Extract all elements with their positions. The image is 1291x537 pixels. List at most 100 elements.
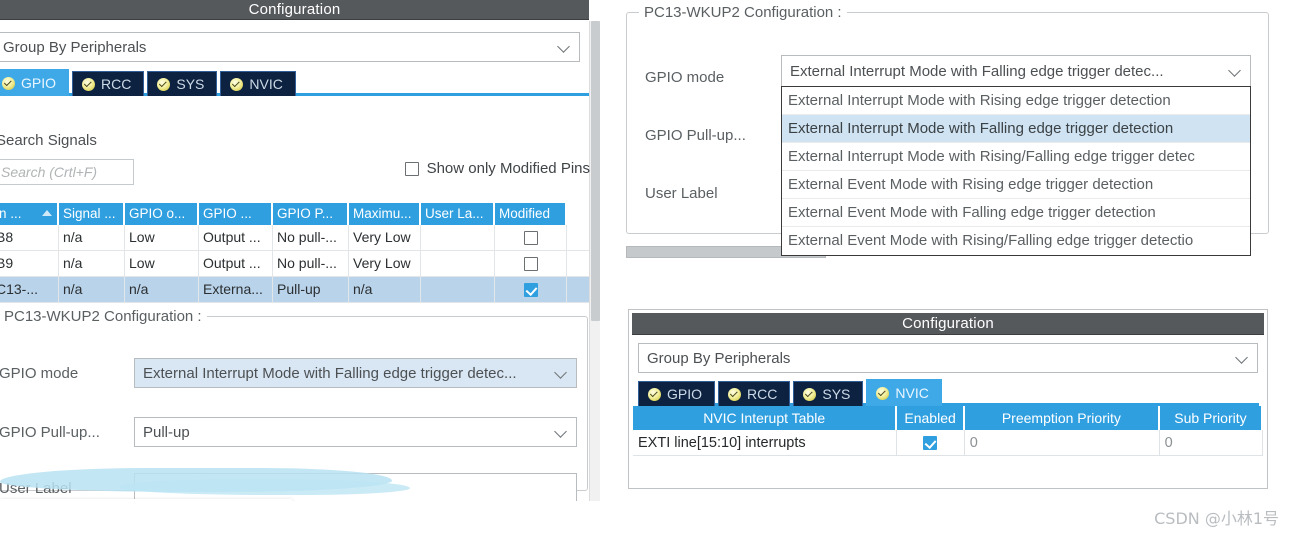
tab-label: RCC — [101, 76, 132, 92]
highlighter-annotation-2 — [120, 479, 410, 495]
nvic-interrupt-table: NVIC Interupt Table Enabled Preemption Pri… — [633, 406, 1264, 456]
check-circle-icon — [803, 387, 817, 401]
pin-table-cell: n/a — [59, 225, 125, 250]
pin-table-cell: B9 — [0, 251, 59, 276]
search-signals-input[interactable]: Search (Crtl+F) — [0, 159, 134, 185]
gpio-mode-label-zoom: GPIO mode — [645, 69, 725, 86]
modified-checkbox[interactable] — [523, 282, 538, 297]
nvic-tab-rcc[interactable]: RCC — [718, 381, 791, 406]
pin-table-cell: Low — [125, 251, 199, 276]
pin-table-column-header[interactable]: User La... — [421, 203, 495, 225]
left-panel-scrollbar-thumb[interactable] — [591, 21, 600, 321]
nvic-column-header[interactable]: Preemption Priority — [964, 406, 1160, 430]
check-circle-icon — [728, 387, 742, 401]
gpio-mode-dropdown-list[interactable]: External Interrupt Mode with Rising edge… — [781, 86, 1251, 256]
screenshot-root: Configuration Group By Peripherals GPIO R… — [0, 0, 1291, 537]
pin-table-cell: n/a — [349, 277, 421, 302]
modified-checkbox[interactable] — [523, 256, 538, 271]
user-label-label-zoom: User Label — [645, 185, 718, 202]
tab-label: SYS — [822, 386, 851, 402]
chevron-down-icon — [556, 367, 567, 378]
pin-table-cell: n/a — [59, 277, 125, 302]
pin-table-cell: Externa... — [199, 277, 273, 302]
tab-label: RCC — [747, 386, 778, 402]
pin-table-column-header[interactable]: Modified — [495, 203, 567, 225]
enabled-checkbox[interactable] — [923, 435, 938, 450]
table-row[interactable]: B8n/aLowOutput ...No pull-...Very Low — [0, 225, 589, 251]
pin-table-column-header[interactable]: GPIO P... — [273, 203, 349, 225]
check-circle-icon — [876, 386, 890, 400]
group-by-peripherals-select[interactable]: Group By Peripherals — [0, 32, 580, 62]
table-row[interactable]: B9n/aLowOutput ...No pull-...Very Low — [0, 251, 589, 277]
pin-table-cell: Output ... — [199, 225, 273, 250]
table-row[interactable]: C13-... n/a n/a Externa... Pull-up n/a — [0, 277, 589, 303]
left-configuration-panel: Configuration Group By Peripherals GPIO R… — [0, 0, 600, 503]
nvic-sub-priority[interactable]: 0 — [1159, 430, 1263, 456]
show-only-modified-pins-checkbox[interactable]: Show only Modified Pins — [404, 160, 590, 177]
left-tab-gpio[interactable]: GPIO — [0, 69, 70, 96]
left-panel-scrollbar[interactable] — [589, 21, 600, 501]
pin-table-cell — [421, 225, 495, 250]
pin-table-cell — [421, 251, 495, 276]
dropdown-option[interactable]: External Interrupt Mode with Rising edge… — [782, 87, 1250, 115]
check-circle-icon — [82, 77, 96, 91]
pin-table-cell: n/a — [125, 277, 199, 302]
group-by-peripherals-value-nvic: Group By Peripherals — [647, 349, 791, 367]
pin-modified-cell[interactable] — [495, 225, 567, 250]
pin-table-cell: No pull-... — [273, 251, 349, 276]
nvic-tab-gpio[interactable]: GPIO — [638, 381, 716, 406]
left-tab-sys[interactable]: SYS — [147, 71, 218, 96]
nvic-column-header[interactable]: Enabled — [897, 406, 965, 430]
dropdown-option[interactable]: External Interrupt Mode with Falling edg… — [782, 115, 1250, 143]
gpio-mode-value-zoom: External Interrupt Mode with Falling edg… — [790, 62, 1164, 80]
group-by-peripherals-select-nvic[interactable]: Group By Peripherals — [638, 343, 1258, 373]
gpio-mode-select-zoom[interactable]: External Interrupt Mode with Falling edg… — [781, 55, 1251, 87]
nvic-tab-sys[interactable]: SYS — [793, 381, 864, 406]
tab-label: GPIO — [667, 386, 703, 402]
nvic-tab-nvic[interactable]: NVIC — [866, 379, 942, 406]
nvic-preemption-priority[interactable]: 0 — [964, 430, 1160, 456]
dropdown-option[interactable]: External Event Mode with Rising/Falling … — [782, 227, 1250, 255]
pin-table-column-header[interactable]: GPIO ... — [199, 203, 273, 225]
search-signals-label: Search Signals — [0, 132, 97, 149]
dropdown-option[interactable]: External Event Mode with Rising edge tri… — [782, 171, 1250, 199]
left-panel-title: Configuration — [0, 0, 589, 20]
left-peripheral-tabs: GPIO RCC SYS NVIC — [0, 69, 589, 96]
gpio-pullup-select-left[interactable]: Pull-up — [134, 417, 577, 447]
bottom-strip — [0, 501, 1291, 537]
pin-table-cell — [421, 277, 495, 302]
nvic-interrupt-name: EXTI line[15:10] interrupts — [633, 430, 897, 456]
tab-label: GPIO — [21, 75, 57, 91]
pin-table-cell: C13-... — [0, 277, 59, 302]
nvic-panel-title: Configuration — [632, 313, 1264, 335]
check-circle-icon — [157, 77, 171, 91]
dropdown-option[interactable]: External Event Mode with Falling edge tr… — [782, 199, 1250, 227]
gpio-mode-label-left: GPIO mode — [0, 365, 79, 382]
nvic-enabled-cell[interactable] — [896, 430, 965, 456]
pin-modified-cell[interactable] — [495, 277, 567, 302]
left-tab-rcc[interactable]: RCC — [72, 71, 145, 96]
pin-table-column-header[interactable]: Signal ... — [59, 203, 125, 225]
modified-checkbox[interactable] — [523, 230, 538, 245]
pin-table-cell: Very Low — [349, 225, 421, 250]
check-circle-icon — [230, 77, 244, 91]
pin-table-cell: B8 — [0, 225, 59, 250]
tab-label: NVIC — [895, 385, 929, 401]
tab-label: NVIC — [249, 76, 283, 92]
pc13-configuration-title-zoom: PC13-WKUP2 Configuration : — [639, 4, 847, 21]
pc13-configuration-groupbox: PC13-WKUP2 Configuration : GPIO mode Ext… — [0, 308, 588, 503]
nvic-column-header[interactable]: Sub Priority — [1159, 406, 1264, 430]
table-row[interactable]: EXTI line[15:10] interrupts 0 0 — [633, 430, 1263, 456]
show-only-modified-pins-label: Show only Modified Pins — [426, 160, 590, 177]
left-tab-nvic[interactable]: NVIC — [220, 71, 296, 96]
pin-table-column-header[interactable]: GPIO o... — [125, 203, 199, 225]
pin-table-column-header[interactable]: in ... — [0, 203, 59, 225]
nvic-column-header[interactable]: NVIC Interupt Table — [633, 406, 898, 430]
checkbox-box[interactable] — [404, 161, 419, 176]
pin-table-cell: Pull-up — [273, 277, 349, 302]
pin-table-column-header[interactable]: Maximu... — [349, 203, 421, 225]
pin-modified-cell[interactable] — [495, 251, 567, 276]
dropdown-option[interactable]: External Interrupt Mode with Rising/Fall… — [782, 143, 1250, 171]
gpio-mode-select-left[interactable]: External Interrupt Mode with Falling edg… — [134, 358, 577, 388]
tab-label: SYS — [176, 76, 205, 92]
